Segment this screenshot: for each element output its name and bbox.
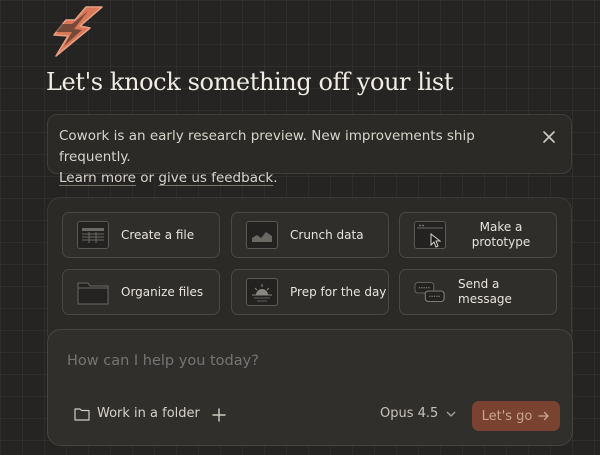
close-icon[interactable] <box>541 129 557 145</box>
lets-go-button[interactable]: Let's go <box>472 401 560 431</box>
chevron-down-icon <box>446 411 456 417</box>
task-crunch-data[interactable]: Crunch data <box>231 212 389 258</box>
folder-icon <box>74 407 90 421</box>
browser-window-icon <box>414 221 446 249</box>
feedback-link[interactable]: give us feedback <box>158 170 273 186</box>
task-label: Crunch data <box>290 227 364 242</box>
task-label: Make a prototype <box>471 220 531 249</box>
chart-icon <box>246 221 278 249</box>
work-in-folder-button[interactable]: Work in a folder <box>74 406 200 421</box>
page-title: Let's knock something off your list <box>46 68 454 96</box>
work-in-folder-label: Work in a folder <box>97 406 200 421</box>
task-send-a-message[interactable]: Send a message <box>399 269 557 315</box>
task-label: Create a file <box>121 227 195 242</box>
notice-text: Cowork is an early research preview. New… <box>59 128 475 165</box>
task-make-a-prototype[interactable]: Make a prototype <box>399 212 557 258</box>
task-label: Organize files <box>121 284 204 299</box>
add-icon[interactable] <box>211 407 227 423</box>
arrow-right-icon <box>538 411 550 421</box>
chat-composer: Work in a folder Opus 4.5 Let's go <box>47 329 573 446</box>
logo-icon <box>46 2 106 58</box>
sunrise-icon <box>246 278 278 306</box>
spreadsheet-icon <box>77 221 109 249</box>
notice-period: . <box>273 170 278 186</box>
task-label: Send a message <box>458 277 512 306</box>
model-selector[interactable]: Opus 4.5 <box>380 406 456 421</box>
lets-go-label: Let's go <box>481 408 533 424</box>
model-label: Opus 4.5 <box>380 406 439 421</box>
task-organize-files[interactable]: Organize files <box>62 269 220 315</box>
quick-tasks-panel: Create a file Crunch data Make a prototy… <box>47 197 572 347</box>
notice-or-text: or <box>136 170 159 186</box>
task-prep-for-the-day[interactable]: Prep for the day <box>231 269 389 315</box>
task-create-a-file[interactable]: Create a file <box>62 212 220 258</box>
preview-notice-banner: Cowork is an early research preview. New… <box>47 114 572 186</box>
task-label: Prep for the day <box>290 284 387 299</box>
prompt-input[interactable] <box>67 350 547 372</box>
chat-bubbles-icon <box>414 278 446 306</box>
folder-icon <box>77 278 109 306</box>
learn-more-link[interactable]: Learn more <box>59 170 136 186</box>
